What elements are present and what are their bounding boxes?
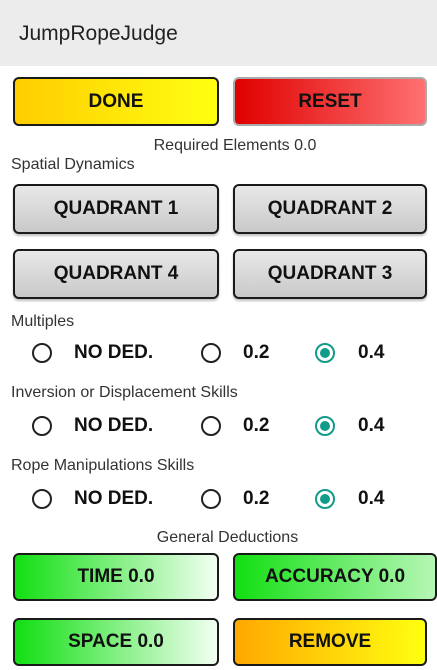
- quadrant-3-label: QUADRANT 3: [267, 263, 393, 284]
- quadrant-3-button[interactable]: QUADRANT 3: [233, 249, 427, 299]
- rope-no-ded-radio[interactable]: [32, 489, 52, 509]
- rope-0.2-radio[interactable]: [201, 489, 221, 509]
- quadrant-4-button[interactable]: QUADRANT 4: [13, 249, 219, 299]
- inversion-0.2-radio[interactable]: [201, 416, 221, 436]
- quadrant-1-label: QUADRANT 1: [53, 198, 179, 219]
- multiples-radio-group: NO DED. 0.2 0.4: [0, 337, 437, 371]
- remove-button-label: REMOVE: [288, 631, 372, 652]
- inversion-0.4-label[interactable]: 0.4: [358, 415, 384, 437]
- inversion-no-ded-label[interactable]: NO DED.: [74, 415, 153, 437]
- multiples-label: Multiples: [11, 313, 75, 330]
- inversion-radio-group: NO DED. 0.2 0.4: [0, 410, 437, 444]
- inversion-0.2-label[interactable]: 0.2: [243, 415, 269, 437]
- multiples-no-ded-label[interactable]: NO DED.: [74, 342, 153, 364]
- quadrant-2-label: QUADRANT 2: [267, 198, 393, 219]
- done-button-label: DONE: [88, 90, 144, 112]
- multiples-0.4-radio[interactable]: [315, 343, 335, 363]
- quadrant-2-button[interactable]: QUADRANT 2: [233, 184, 427, 234]
- app-bar: JumpRopeJudge: [0, 0, 437, 66]
- time-button-label: TIME 0.0: [77, 566, 155, 587]
- multiples-0.4-label[interactable]: 0.4: [358, 342, 384, 364]
- done-button[interactable]: DONE: [13, 77, 219, 126]
- multiples-no-ded-radio[interactable]: [32, 343, 52, 363]
- multiples-0.2-radio[interactable]: [201, 343, 221, 363]
- space-button-label: SPACE 0.0: [68, 631, 164, 652]
- app-title: JumpRopeJudge: [19, 22, 178, 45]
- reset-button[interactable]: RESET: [233, 77, 427, 126]
- general-deductions-label: General Deductions: [156, 529, 299, 546]
- reset-button-label: RESET: [298, 90, 362, 112]
- rope-manipulations-radio-group: NO DED. 0.2 0.4: [0, 483, 437, 517]
- inversion-0.4-radio[interactable]: [315, 416, 335, 436]
- rope-0.2-label[interactable]: 0.2: [243, 488, 269, 510]
- inversion-no-ded-radio[interactable]: [32, 416, 52, 436]
- quadrant-1-button[interactable]: QUADRANT 1: [13, 184, 219, 234]
- inversion-label: Inversion or Displacement Skills: [11, 384, 238, 401]
- rope-no-ded-label[interactable]: NO DED.: [74, 488, 153, 510]
- rope-manipulations-label: Rope Manipulations Skills: [11, 457, 195, 474]
- multiples-0.2-label[interactable]: 0.2: [243, 342, 269, 364]
- time-button[interactable]: TIME 0.0: [13, 553, 219, 601]
- rope-0.4-label[interactable]: 0.4: [358, 488, 384, 510]
- rope-0.4-radio[interactable]: [315, 489, 335, 509]
- accuracy-button-label: ACCURACY 0.0: [264, 566, 406, 587]
- quadrant-4-label: QUADRANT 4: [53, 263, 179, 284]
- remove-button[interactable]: REMOVE: [233, 618, 427, 666]
- required-elements-label: Required Elements 0.0: [153, 137, 317, 154]
- space-button[interactable]: SPACE 0.0: [13, 618, 219, 666]
- spatial-dynamics-label: Spatial Dynamics: [11, 156, 135, 173]
- accuracy-button[interactable]: ACCURACY 0.0: [233, 553, 437, 601]
